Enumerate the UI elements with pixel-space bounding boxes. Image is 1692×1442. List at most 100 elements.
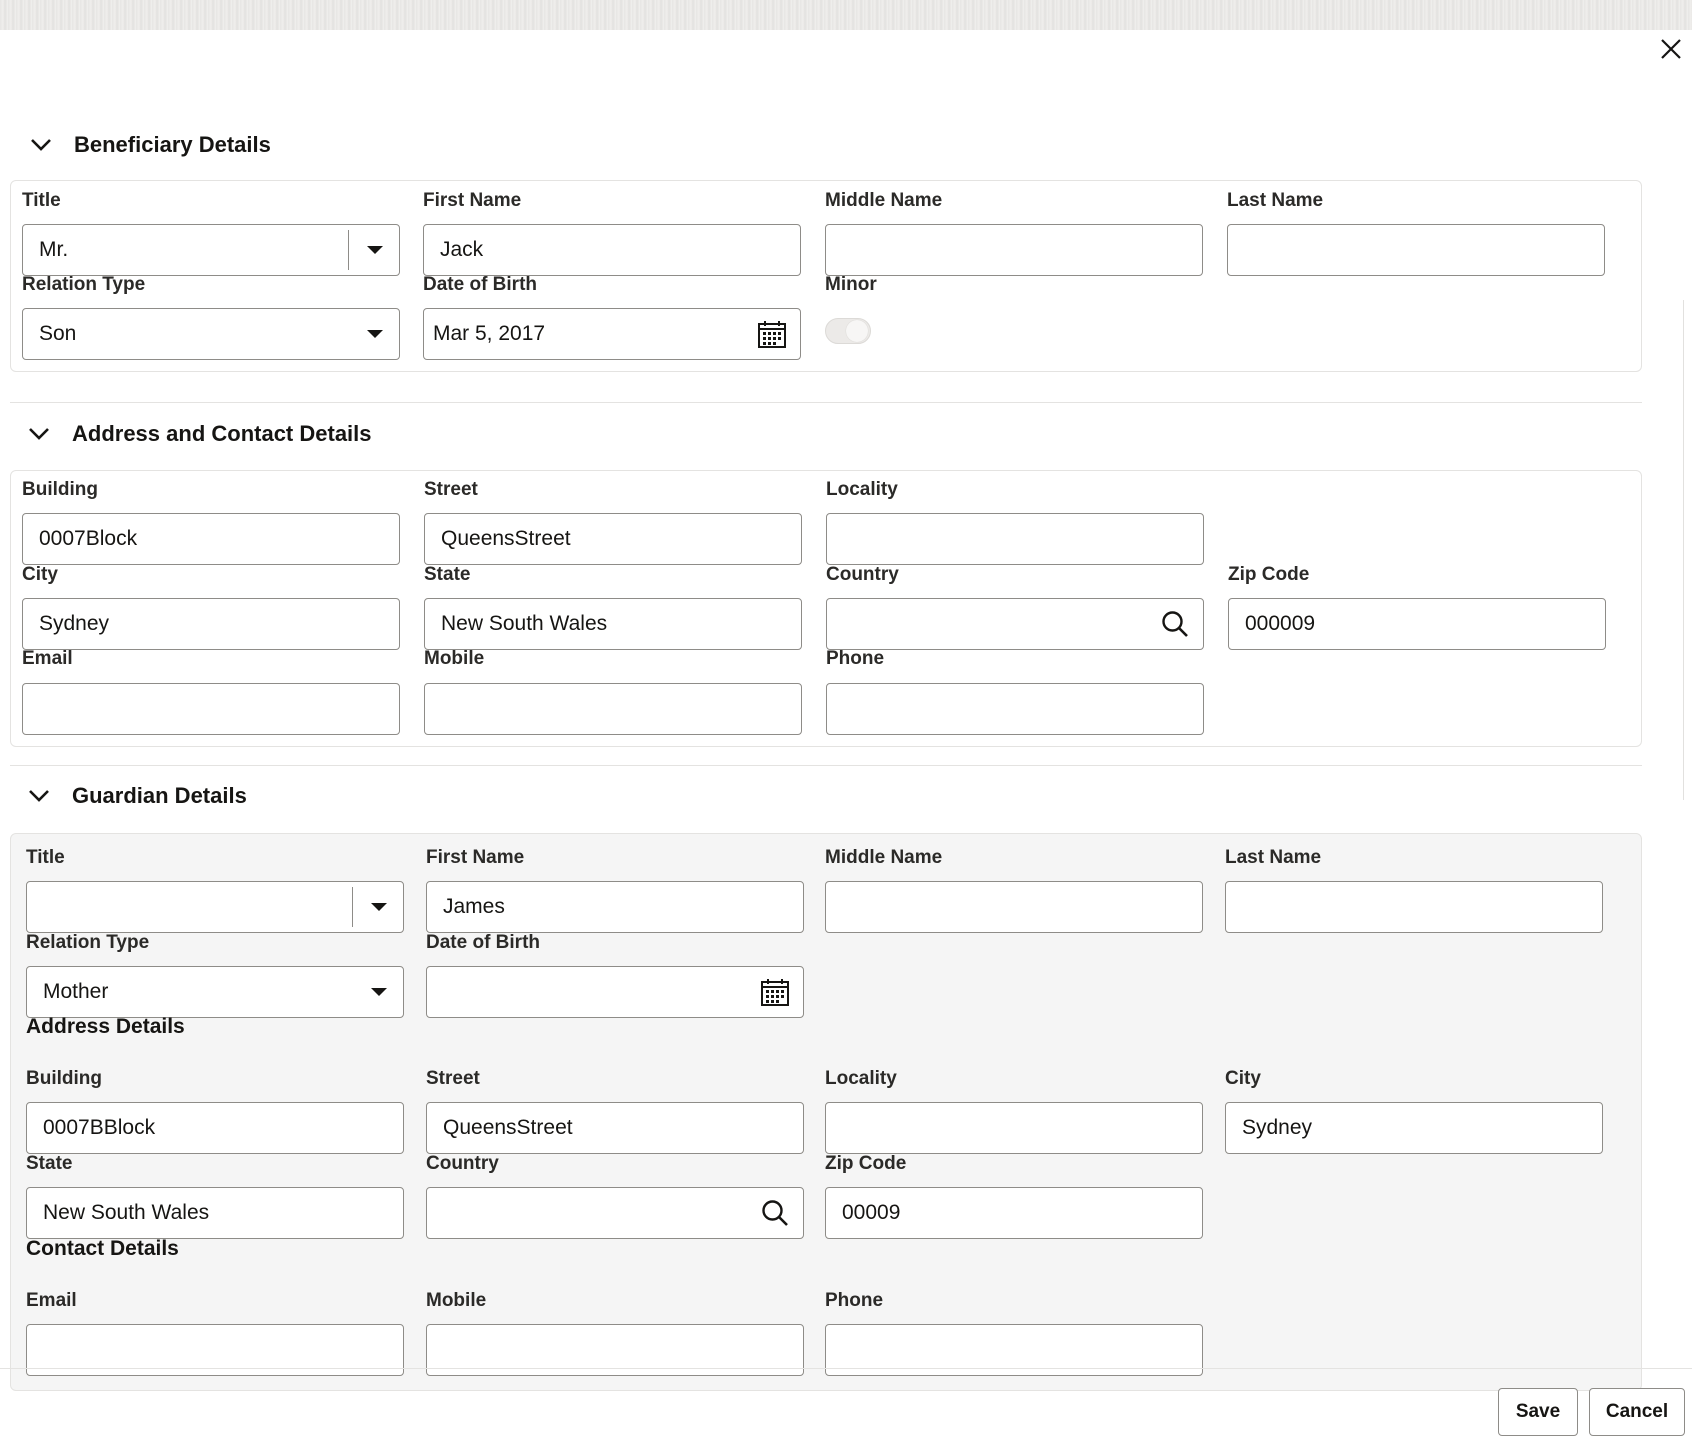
state-label: State xyxy=(424,564,471,585)
beneficiary-dob-input[interactable]: Mar 5, 2017 xyxy=(423,308,801,360)
country-label: Country xyxy=(826,564,899,585)
guardian-city-label: City xyxy=(1225,1068,1261,1089)
email-input[interactable] xyxy=(22,683,400,735)
guardian-relation-type-label: Relation Type xyxy=(26,932,150,953)
close-button[interactable] xyxy=(1656,34,1686,64)
search-icon xyxy=(762,1200,788,1226)
calendar-button[interactable] xyxy=(754,316,790,352)
guardian-first-name-value: James xyxy=(443,895,505,918)
city-value: Sydney xyxy=(39,612,110,635)
city-input[interactable]: Sydney xyxy=(22,598,400,650)
chevron-down-icon xyxy=(31,139,51,151)
beneficiary-relation-type-label: Relation Type xyxy=(22,274,146,295)
beneficiary-last-name-input[interactable] xyxy=(1227,224,1605,276)
street-label: Street xyxy=(424,479,478,500)
calendar-icon xyxy=(758,321,786,348)
beneficiary-minor-toggle[interactable] xyxy=(825,318,871,344)
phone-input[interactable] xyxy=(826,683,1204,735)
save-button[interactable]: Save xyxy=(1498,1388,1578,1436)
caret-down-icon xyxy=(367,246,383,254)
calendar-button[interactable] xyxy=(757,974,793,1010)
chevron-down-icon xyxy=(29,790,49,802)
guardian-middle-name-label: Middle Name xyxy=(825,847,943,868)
zip-code-label: Zip Code xyxy=(1228,564,1310,585)
guardian-locality-input[interactable] xyxy=(825,1102,1203,1154)
beneficiary-relation-type-select[interactable]: Son xyxy=(22,308,400,360)
guardian-street-input[interactable]: QueensStreet xyxy=(426,1102,804,1154)
guardian-state-value: New South Wales xyxy=(43,1201,210,1224)
guardian-building-input[interactable]: 0007BBlock xyxy=(26,1102,404,1154)
guardian-dob-label: Date of Birth xyxy=(426,932,540,953)
guardian-first-name-label: First Name xyxy=(426,847,525,868)
beneficiary-first-name-label: First Name xyxy=(423,190,522,211)
guardian-contact-heading: Contact Details xyxy=(26,1237,179,1260)
section-divider xyxy=(10,402,1642,403)
zip-code-value: 000009 xyxy=(1245,612,1316,635)
guardian-zip-code-label: Zip Code xyxy=(825,1153,907,1174)
beneficiary-dob-label: Date of Birth xyxy=(423,274,537,295)
guardian-locality-label: Locality xyxy=(825,1068,897,1089)
beneficiary-title-value: Mr. xyxy=(39,238,69,261)
close-icon xyxy=(1661,39,1681,59)
street-input[interactable]: QueensStreet xyxy=(424,513,802,565)
address-section-header[interactable]: Address and Contact Details xyxy=(28,421,372,447)
guardian-phone-label: Phone xyxy=(825,1290,884,1311)
street-value: QueensStreet xyxy=(441,527,571,550)
guardian-mobile-label: Mobile xyxy=(426,1290,487,1311)
guardian-state-input[interactable]: New South Wales xyxy=(26,1187,404,1239)
country-input[interactable] xyxy=(826,598,1204,650)
country-search-button[interactable] xyxy=(1157,606,1193,642)
locality-input[interactable] xyxy=(826,513,1204,565)
scrollbar-track[interactable] xyxy=(1683,300,1692,800)
guardian-city-value: Sydney xyxy=(1242,1116,1313,1139)
beneficiary-section-title: Beneficiary Details xyxy=(74,132,271,157)
select-separator xyxy=(352,887,353,927)
mobile-input[interactable] xyxy=(424,683,802,735)
guardian-country-input[interactable] xyxy=(426,1187,804,1239)
beneficiary-middle-name-input[interactable] xyxy=(825,224,1203,276)
guardian-country-search-button[interactable] xyxy=(757,1195,793,1231)
guardian-middle-name-input[interactable] xyxy=(825,881,1203,933)
beneficiary-minor-label: Minor xyxy=(825,274,877,295)
city-label: City xyxy=(22,564,58,585)
address-section-title: Address and Contact Details xyxy=(72,421,372,446)
guardian-title-label: Title xyxy=(26,847,65,868)
guardian-city-input[interactable]: Sydney xyxy=(1225,1102,1603,1154)
beneficiary-title-select[interactable]: Mr. xyxy=(22,224,400,276)
guardian-dob-input[interactable] xyxy=(426,966,804,1018)
beneficiary-last-name-label: Last Name xyxy=(1227,190,1324,211)
caret-down-icon xyxy=(371,903,387,911)
search-icon xyxy=(1162,611,1188,637)
guardian-state-label: State xyxy=(26,1153,73,1174)
beneficiary-section-header[interactable]: Beneficiary Details xyxy=(30,132,271,158)
cancel-button[interactable]: Cancel xyxy=(1589,1388,1685,1436)
guardian-first-name-input[interactable]: James xyxy=(426,881,804,933)
state-input[interactable]: New South Wales xyxy=(424,598,802,650)
guardian-zip-code-input[interactable]: 00009 xyxy=(825,1187,1203,1239)
guardian-relation-type-select[interactable]: Mother xyxy=(26,966,404,1018)
guardian-last-name-label: Last Name xyxy=(1225,847,1322,868)
guardian-last-name-input[interactable] xyxy=(1225,881,1603,933)
locality-label: Locality xyxy=(826,479,898,500)
chevron-down-icon xyxy=(29,428,49,440)
beneficiary-relation-type-value: Son xyxy=(39,322,77,345)
guardian-section-header[interactable]: Guardian Details xyxy=(28,783,247,809)
beneficiary-first-name-input[interactable]: Jack xyxy=(423,224,801,276)
beneficiary-dob-value: Mar 5, 2017 xyxy=(433,322,546,345)
footer-divider xyxy=(0,1368,1692,1369)
section-divider xyxy=(10,765,1642,766)
email-label: Email xyxy=(22,648,73,669)
caret-down-icon xyxy=(367,330,383,338)
guardian-address-heading: Address Details xyxy=(26,1015,185,1038)
mobile-label: Mobile xyxy=(424,648,485,669)
caret-down-icon xyxy=(371,988,387,996)
window-top-strip xyxy=(0,0,1692,30)
beneficiary-title-label: Title xyxy=(22,190,61,211)
zip-code-input[interactable]: 000009 xyxy=(1228,598,1606,650)
guardian-section-title: Guardian Details xyxy=(72,783,247,808)
guardian-street-label: Street xyxy=(426,1068,480,1089)
guardian-building-value: 0007BBlock xyxy=(43,1116,156,1139)
guardian-title-select[interactable] xyxy=(26,881,404,933)
building-input[interactable]: 0007Block xyxy=(22,513,400,565)
beneficiary-middle-name-label: Middle Name xyxy=(825,190,943,211)
